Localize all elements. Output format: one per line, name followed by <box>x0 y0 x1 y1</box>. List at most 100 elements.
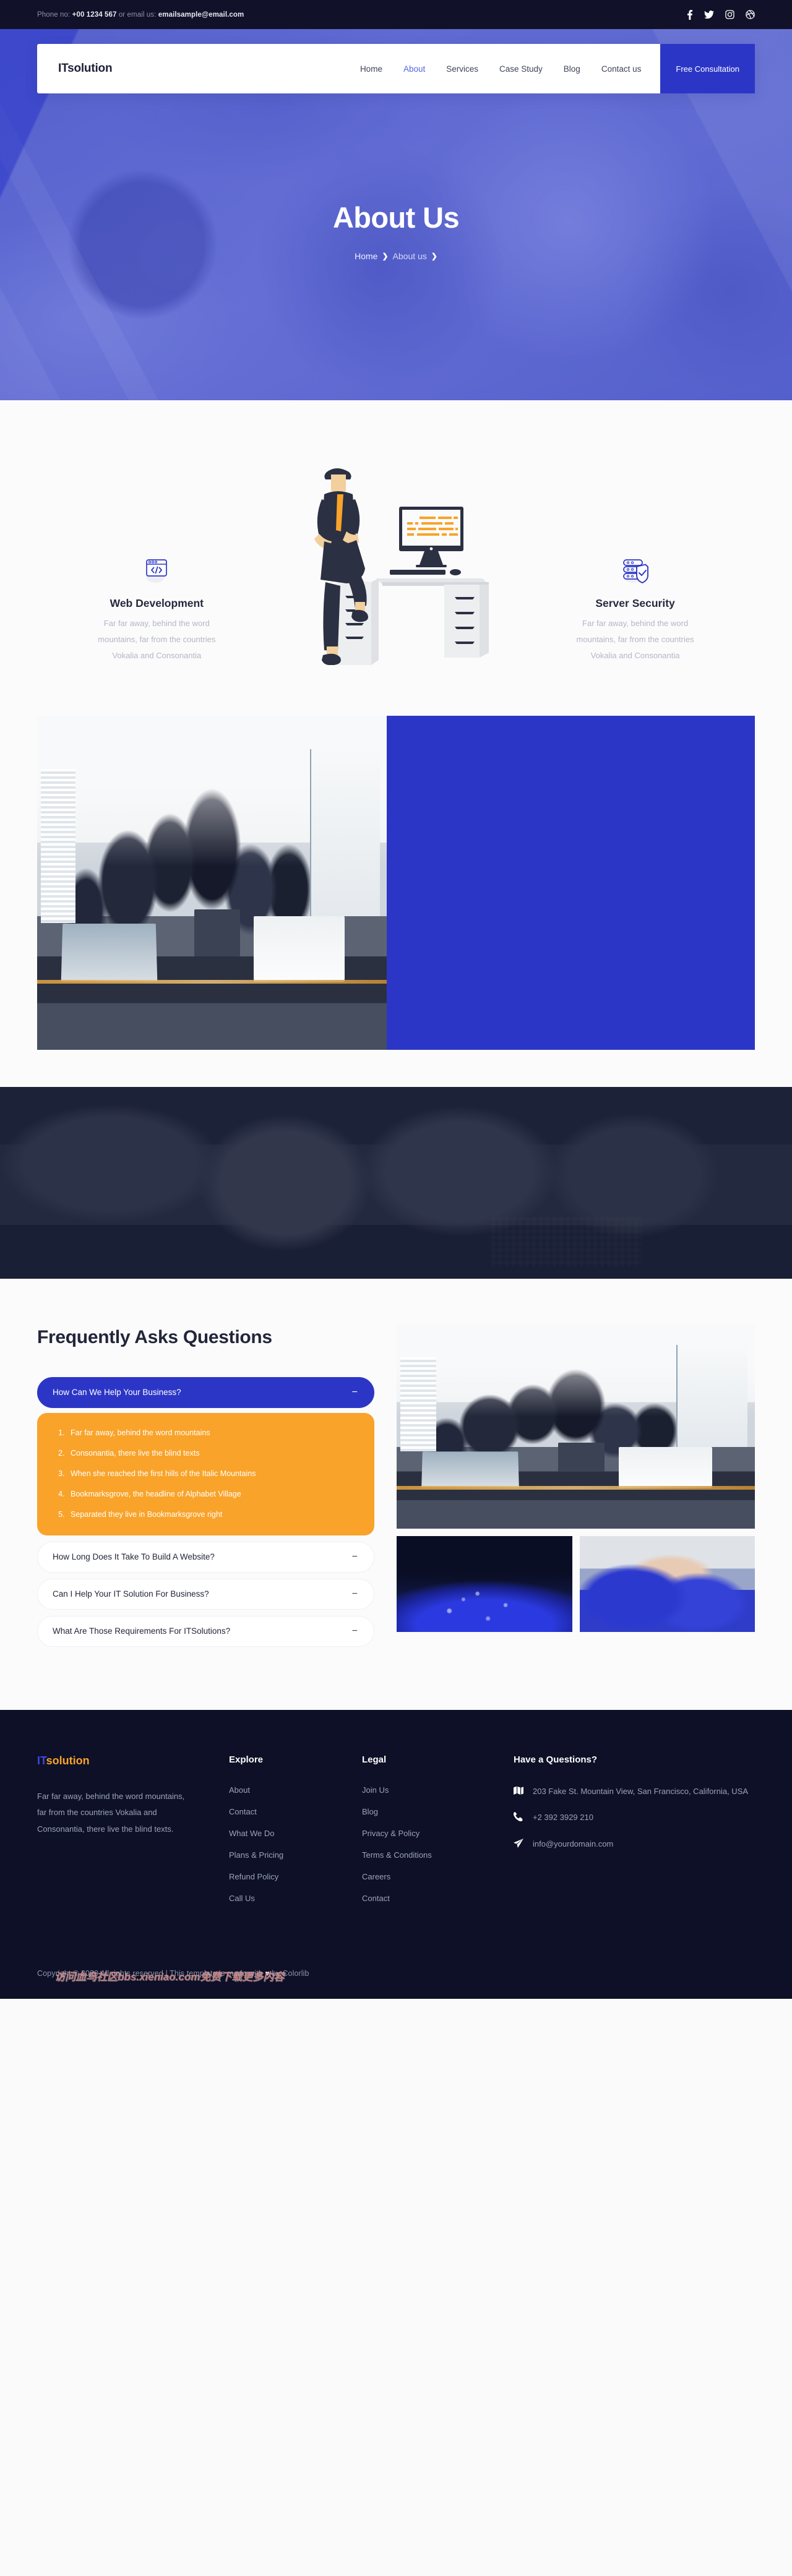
footer-explore-heading: Explore <box>229 1754 264 1765</box>
developer-illustration <box>277 461 516 666</box>
faq-item-1: How Can We Help Your Business? − Far far… <box>37 1376 374 1535</box>
server-shield-icon <box>618 530 653 587</box>
topbar-phone-label: Phone no: <box>37 11 71 19</box>
faq-accordion: Frequently Asks Questions How Can We Hel… <box>37 1324 374 1653</box>
footer-link-contact[interactable]: Contact <box>229 1807 257 1816</box>
footer-about-text: Far far away, behind the word mountains,… <box>37 1791 185 1834</box>
nav-item-services[interactable]: Services <box>436 64 489 74</box>
nav-item-blog[interactable]: Blog <box>553 64 591 74</box>
nav-item-about[interactable]: About <box>393 64 436 74</box>
free-consultation-button[interactable]: Free Consultation <box>660 44 755 93</box>
watermark-overlay: 访问血鸟社区bbs.xieniao.com免费下载更多内容 <box>54 1970 285 1983</box>
nav-item-case-study[interactable]: Case Study <box>489 64 553 74</box>
footer-bottom-bar: Copyright © 2020 All rights reserved | T… <box>0 1953 792 1999</box>
services-section: Web Development Far far away, behind the… <box>0 400 792 690</box>
service-description: Far far away, behind the word mountains,… <box>98 619 216 660</box>
parallax-photo-band <box>0 1087 792 1279</box>
faq-answer-line: Bookmarksgrove, the headline of Alphabet… <box>67 1488 358 1500</box>
minus-icon: − <box>351 1625 358 1636</box>
twitter-icon[interactable] <box>704 10 714 19</box>
page-title: About Us <box>332 201 460 234</box>
hero-banner: About Us Home ❯ About us ❯ ITsolution Ho… <box>0 29 792 400</box>
gallery-photo-network-globe <box>397 1536 572 1632</box>
topbar-phone-number[interactable]: +00 1234 567 <box>72 11 117 19</box>
facebook-icon[interactable] <box>687 9 693 20</box>
site-logo[interactable]: ITsolution <box>58 62 113 75</box>
footer-link-what-we-do[interactable]: What We Do <box>229 1829 274 1838</box>
footer-logo-solution: solution <box>46 1754 90 1767</box>
footer-link-blog[interactable]: Blog <box>362 1807 378 1816</box>
footer-link-contact-legal[interactable]: Contact <box>362 1894 390 1903</box>
footer-link-call-us[interactable]: Call Us <box>229 1894 255 1903</box>
faq-answer-line: Separated they live in Bookmarksgrove ri… <box>67 1508 358 1521</box>
footer-legal-heading: Legal <box>362 1754 387 1765</box>
main-navbar: ITsolution Home About Services Case Stud… <box>37 44 755 93</box>
service-title: Web Development <box>110 597 204 609</box>
top-utility-bar: Phone no: +00 1234 567 or email us: emai… <box>0 0 792 29</box>
service-card-server-security: Server Security Far far away, behind the… <box>515 461 755 664</box>
faq-section: Frequently Asks Questions How Can We Hel… <box>0 1279 792 1710</box>
service-card-web-development: Web Development Far far away, behind the… <box>37 461 277 664</box>
blue-accent-panel <box>387 716 755 1050</box>
nav-links: Home About Services Case Study Blog Cont… <box>350 44 755 93</box>
breadcrumb-item-home[interactable]: Home <box>355 251 377 261</box>
faq-answer-line: Far far away, behind the word mountains <box>67 1427 358 1439</box>
dribbble-icon[interactable] <box>746 10 755 19</box>
faq-question-label: What Are Those Requirements For ITSoluti… <box>53 1626 231 1636</box>
faq-answer-line: When she reached the first hills of the … <box>67 1467 358 1480</box>
footer-link-refund-policy[interactable]: Refund Policy <box>229 1872 278 1881</box>
faq-item-4: What Are Those Requirements For ITSoluti… <box>37 1615 374 1647</box>
footer-link-careers[interactable]: Careers <box>362 1872 390 1881</box>
faq-answer-line: Consonantia, there live the blind texts <box>67 1447 358 1459</box>
site-footer: ITsolution Far far away, behind the word… <box>0 1709 792 1999</box>
logo-it: IT <box>58 62 68 75</box>
footer-about-column: ITsolution Far far away, behind the word… <box>37 1754 229 1915</box>
code-window-icon <box>140 530 173 587</box>
faq-answer-1: Far far away, behind the word mountains … <box>37 1412 374 1535</box>
footer-link-privacy-policy[interactable]: Privacy & Policy <box>362 1829 420 1838</box>
footer-link-terms-conditions[interactable]: Terms & Conditions <box>362 1850 432 1860</box>
footer-contact-heading: Have a Questions? <box>514 1754 598 1765</box>
faq-question-label: Can I Help Your IT Solution For Business… <box>53 1589 209 1599</box>
nav-item-contact-us[interactable]: Contact us <box>591 64 652 74</box>
faq-item-2: How Long Does It Take To Build A Website… <box>37 1541 374 1573</box>
map-icon <box>514 1785 524 1798</box>
breadcrumb-item-current: About us <box>392 251 427 261</box>
footer-contact-column: Have a Questions? 203 Fake St. Mountain … <box>513 1754 755 1915</box>
topbar-email-label: or email us: <box>118 11 157 19</box>
parallax-dark-overlay <box>0 1087 792 1279</box>
nav-item-home[interactable]: Home <box>350 64 393 74</box>
topbar-email-address[interactable]: emailsample@email.com <box>158 11 244 19</box>
team-meeting-photo <box>37 716 387 1050</box>
instagram-icon[interactable] <box>725 10 734 19</box>
faq-question-label: How Long Does It Take To Build A Website… <box>53 1552 215 1562</box>
faq-question-label: How Can We Help Your Business? <box>53 1388 181 1397</box>
faq-heading: Frequently Asks Questions <box>37 1327 272 1347</box>
chevron-right-icon: ❯ <box>431 252 437 260</box>
footer-phone[interactable]: +2 392 3929 210 <box>533 1811 593 1825</box>
service-description: Far far away, behind the word mountains,… <box>576 619 694 660</box>
phone-icon <box>513 1811 524 1824</box>
logo-solution: solution <box>67 62 113 75</box>
paper-plane-icon <box>514 1837 524 1851</box>
faq-image-gallery <box>397 1324 755 1632</box>
faq-item-3: Can I Help Your IT Solution For Business… <box>37 1578 374 1610</box>
minus-icon: − <box>351 1551 358 1562</box>
footer-link-plans-pricing[interactable]: Plans & Pricing <box>229 1850 283 1860</box>
footer-logo[interactable]: ITsolution <box>37 1754 192 1767</box>
chevron-right-icon: ❯ <box>382 252 389 260</box>
faq-question-1[interactable]: How Can We Help Your Business? − <box>37 1376 374 1408</box>
topbar-contact-text: Phone no: +00 1234 567 or email us: emai… <box>37 11 244 19</box>
faq-question-2[interactable]: How Long Does It Take To Build A Website… <box>37 1541 374 1573</box>
faq-question-3[interactable]: Can I Help Your IT Solution For Business… <box>37 1578 374 1610</box>
gallery-photo-team-meeting <box>397 1324 755 1529</box>
faq-question-4[interactable]: What Are Those Requirements For ITSoluti… <box>37 1615 374 1647</box>
split-image-section <box>0 690 792 1087</box>
service-title: Server Security <box>595 597 675 609</box>
footer-link-join-us[interactable]: Join Us <box>362 1785 389 1795</box>
social-links <box>687 9 755 20</box>
minus-icon: − <box>351 1588 358 1599</box>
footer-email[interactable]: info@yourdomain.com <box>533 1837 613 1852</box>
footer-address: 203 Fake St. Mountain View, San Francisc… <box>533 1786 749 1796</box>
footer-link-about[interactable]: About <box>229 1785 250 1795</box>
